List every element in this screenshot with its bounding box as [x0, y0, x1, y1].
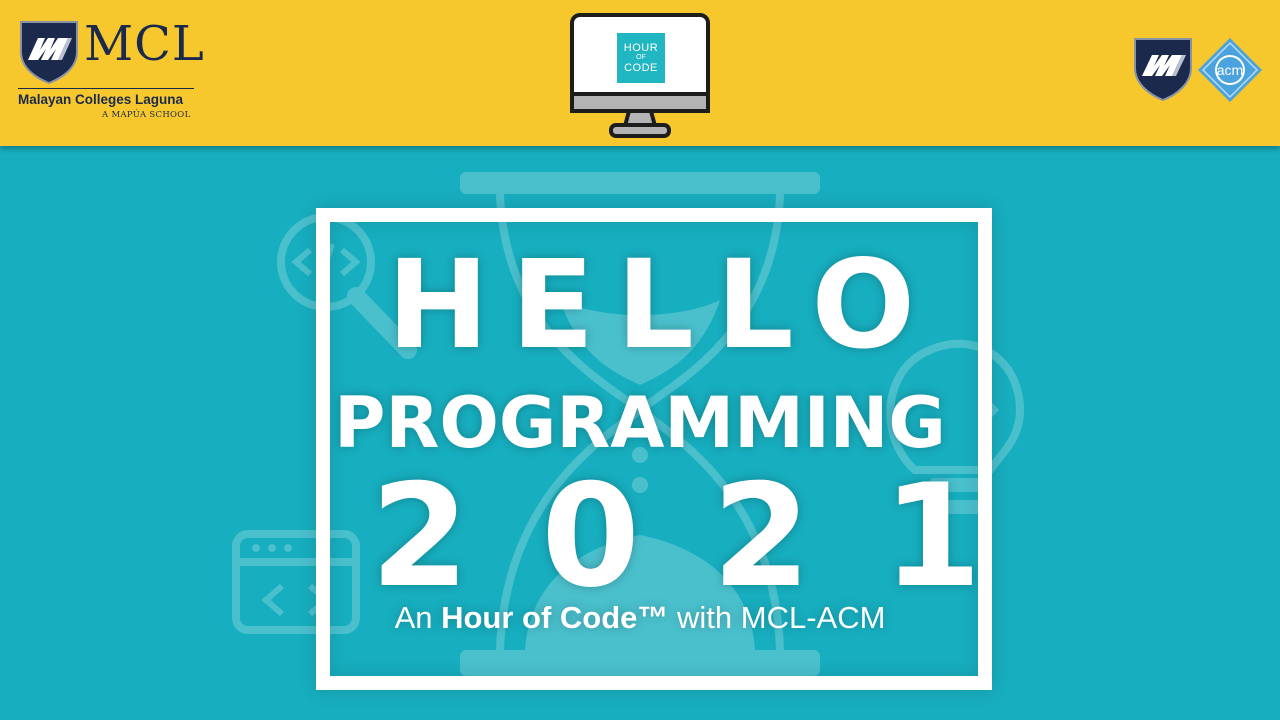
header-bar: MCL Malayan Colleges Laguna A MAPÚA SCHO…: [0, 0, 1280, 146]
mcl-shield-icon: [1134, 38, 1192, 102]
mcl-divider: [18, 88, 194, 89]
acm-logo-text: acm: [1217, 62, 1243, 78]
hour-of-code-badge-line2: OF: [636, 54, 646, 62]
title-year: 2021: [370, 454, 1054, 619]
hour-of-code-badge: HOUR OF CODE: [617, 33, 665, 83]
event-subtitle: An Hour of Code™ with MCL-ACM: [0, 602, 1280, 633]
title-programming: PROGRAMMING: [334, 382, 946, 464]
mcl-college-name: Malayan Colleges Laguna: [18, 92, 184, 107]
mcl-shield-icon: [20, 21, 78, 84]
mcl-tagline: A MAPÚA SCHOOL: [102, 110, 191, 120]
subtitle-hour-of-code: Hour of Code™: [441, 600, 669, 635]
hour-of-code-badge-line3: CODE: [624, 61, 658, 74]
hour-of-code-badge-line1: HOUR: [623, 42, 659, 55]
subtitle-prefix: An: [394, 600, 442, 635]
title-hello: HELLO: [386, 234, 938, 376]
mcl-logo: MCL Malayan Colleges Laguna A MAPÚA SCHO…: [18, 18, 204, 124]
mcl-wordmark: MCL: [84, 16, 205, 72]
partner-logos: acm: [1134, 38, 1262, 102]
subtitle-suffix: with MCL-ACM: [668, 600, 886, 635]
acm-diamond-icon: acm: [1198, 38, 1262, 102]
